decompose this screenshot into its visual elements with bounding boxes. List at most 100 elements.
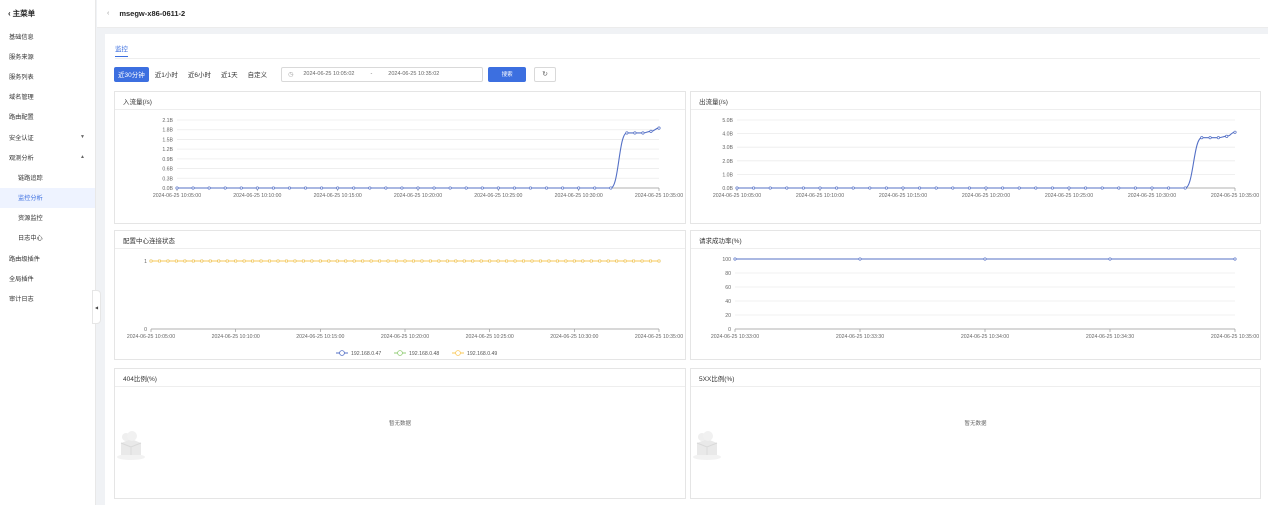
- data-point: [225, 259, 229, 263]
- data-point: [1017, 186, 1021, 190]
- inbound-traffic-card: 入流量(/s) 0.0B 0.3B 0.6B 0.9B 1.2B 1.5B 1.8B 2.1B…: [114, 91, 686, 224]
- page-header: ‹ msegw-x86-0611-2: [97, 0, 1268, 28]
- x-tick-label: 2024-06-25 10:20:00: [962, 193, 1010, 199]
- data-point: [448, 186, 452, 190]
- range-30min-button[interactable]: 近30分钟: [114, 66, 149, 82]
- chevron-up-icon: ▲: [80, 154, 85, 161]
- sidebar-item[interactable]: 路由配置: [0, 107, 95, 127]
- card-title: 请求成功率(%): [691, 231, 1260, 249]
- refresh-icon[interactable]: ↻: [534, 66, 557, 82]
- sidebar-item[interactable]: 路由级插件: [0, 248, 95, 268]
- data-point: [1183, 186, 1187, 190]
- empty-state: 暂无数据: [691, 413, 1260, 460]
- sidebar-item[interactable]: 日志中心: [0, 228, 95, 248]
- data-point: [352, 259, 356, 263]
- back-to-main-menu[interactable]: ‹ 主菜单: [0, 0, 95, 26]
- start-time-input[interactable]: 2024-06-25 10:05:02: [303, 71, 354, 77]
- y-tick-label: 1.8B: [162, 128, 173, 134]
- data-point: [1150, 186, 1154, 190]
- data-point: [174, 259, 178, 263]
- main-content: 监控 近30分钟 近1小时 近6小时 近1天 自定义 ◷ 2024-06-25 …: [105, 34, 1268, 505]
- x-tick-label: 2024-06-25 10:05:00: [127, 334, 175, 340]
- sidebar-item-label: 路由配置: [9, 114, 34, 122]
- data-point: [1200, 136, 1204, 140]
- y-tick-label: 100: [722, 257, 731, 263]
- data-point: [818, 186, 822, 190]
- end-time-input[interactable]: 2024-06-25 10:35:02: [388, 71, 439, 77]
- sidebar-item[interactable]: 服务来源: [0, 46, 95, 66]
- config-center-card: 配置中心连接状态 0 1 2024-06-25 10:05:00 2024-06-25…: [114, 230, 686, 360]
- data-point: [589, 259, 593, 263]
- data-point: [420, 259, 424, 263]
- sidebar-item-label: 安全认证: [9, 134, 34, 142]
- data-point: [951, 186, 955, 190]
- y-tick-label: 0.0B: [722, 186, 733, 192]
- card-title: 配置中心连接状态: [115, 231, 685, 249]
- empty-text: 暂无数据: [388, 421, 411, 427]
- range-custom-button[interactable]: 自定义: [244, 67, 272, 82]
- x-tick-label: 2024-06-25 10:15:00: [879, 193, 927, 199]
- data-point: [615, 259, 619, 263]
- data-point: [255, 186, 259, 190]
- sidebar-item[interactable]: 全局插件: [0, 268, 95, 288]
- config-connection-chart: 0 1 2024-06-25 10:05:00 2024-06-25 10:10:00…: [127, 259, 683, 357]
- y-tick-label: 0: [728, 327, 731, 333]
- date-range-picker[interactable]: ◷ 2024-06-25 10:05:02 - 2024-06-25 10:35…: [281, 66, 484, 82]
- sidebar-item-label: 服务列表: [9, 73, 34, 81]
- y-tick-label: 1.0B: [722, 172, 733, 178]
- data-point: [327, 259, 331, 263]
- data-point: [513, 259, 517, 263]
- sidebar-item-label: 全局插件: [9, 275, 34, 283]
- x-tick-label: 2024-06-25 10:34:30: [1086, 334, 1134, 340]
- data-point: [251, 259, 255, 263]
- data-point: [368, 186, 372, 190]
- sidebar-item[interactable]: 安全认证 ▼: [0, 127, 95, 147]
- sidebar-item[interactable]: 审计日志: [0, 288, 95, 308]
- card-title: 5XX比例(%): [691, 369, 1260, 387]
- data-point: [1084, 186, 1088, 190]
- sidebar-item[interactable]: 资源监控: [0, 208, 95, 228]
- range-6h-button[interactable]: 近6小时: [184, 67, 215, 82]
- toolbar: 近30分钟 近1小时 近6小时 近1天 自定义 ◷ 2024-06-25 10:…: [114, 66, 557, 82]
- x-tick-label: 2024-06-25 10:35:00: [635, 334, 683, 340]
- back-chevron-icon[interactable]: ‹: [107, 10, 109, 17]
- data-point: [271, 186, 275, 190]
- data-point: [1100, 186, 1104, 190]
- data-point: [640, 259, 644, 263]
- sidebar-item[interactable]: 监控分析: [0, 187, 95, 208]
- data-point: [544, 186, 549, 190]
- data-point: [259, 259, 263, 263]
- data-point: [641, 131, 645, 135]
- data-point: [785, 186, 789, 190]
- sidebar-item-label: 日志中心: [18, 235, 43, 243]
- range-1d-button[interactable]: 近1天: [217, 67, 242, 82]
- data-point: [208, 259, 212, 263]
- x-tick-label: 2024-06-25 10:20:00: [394, 193, 442, 199]
- sidebar-item[interactable]: 基础信息: [0, 26, 95, 46]
- search-button[interactable]: 搜索: [488, 66, 527, 82]
- sidebar-item-label: 服务来源: [9, 53, 34, 61]
- tab-divider: [115, 58, 1260, 59]
- sidebar-item-label: 路由级插件: [9, 255, 40, 263]
- data-point: [344, 259, 348, 263]
- y-tick-label: 3.0B: [722, 145, 733, 151]
- data-point: [547, 259, 551, 263]
- sidebar-item[interactable]: 链路追踪: [0, 167, 95, 187]
- data-point: [301, 259, 305, 263]
- data-point: [432, 186, 436, 190]
- data-point: [606, 259, 610, 263]
- sidebar-item[interactable]: 观测分析 ▲: [0, 147, 95, 167]
- data-point: [386, 259, 390, 263]
- y-tick-label: 0.6B: [162, 167, 173, 173]
- sidebar-item[interactable]: 服务列表: [0, 66, 95, 86]
- sidebar-item[interactable]: 域名管理: [0, 87, 95, 107]
- x-tick-label: 2024-06-25 10:25:00: [1045, 193, 1093, 199]
- x-tick-label: 2024-06-25 10:25:00: [466, 334, 514, 340]
- data-point: [835, 186, 839, 190]
- sidebar-collapse-handle[interactable]: ◀: [92, 290, 101, 324]
- ratio-5xx-card: 5XX比例(%) 暂无数据: [690, 368, 1261, 499]
- data-point: [479, 259, 483, 263]
- y-tick-label: 0.3B: [162, 176, 173, 182]
- range-1h-button[interactable]: 近1小时: [151, 67, 182, 82]
- tab-monitor[interactable]: 监控: [115, 46, 128, 57]
